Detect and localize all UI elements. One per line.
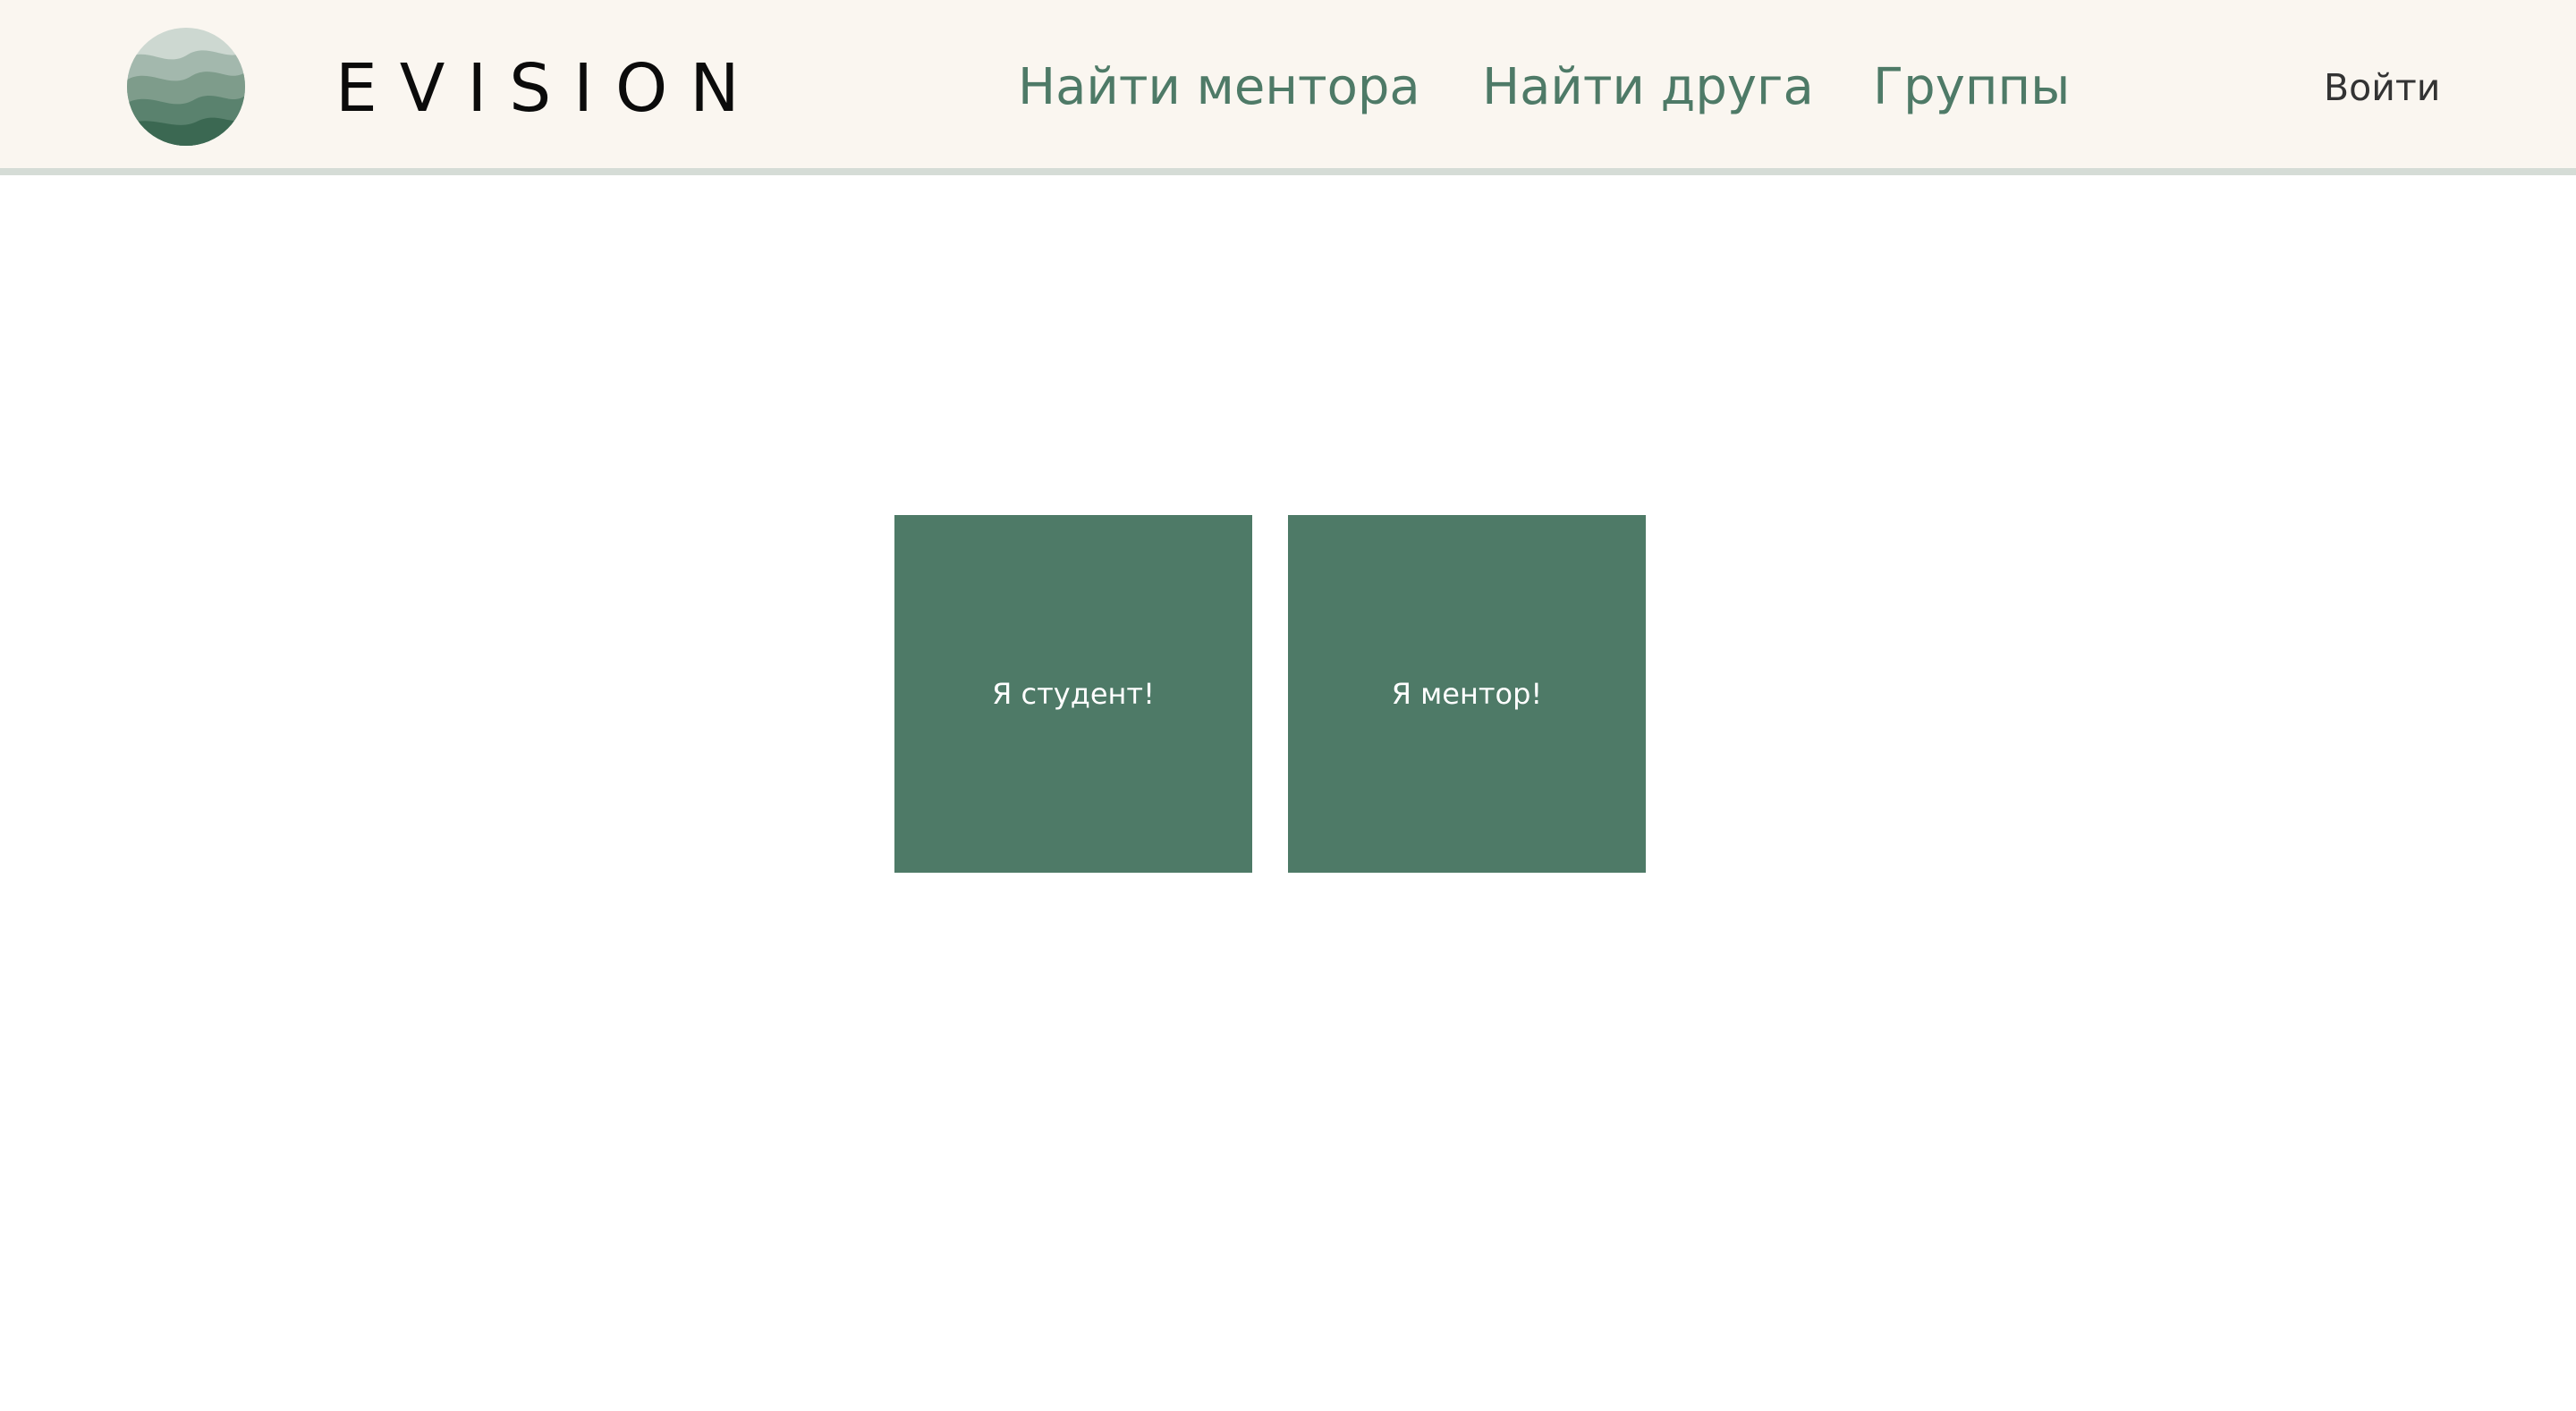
waves-logo-icon: [127, 28, 245, 146]
brand-name: EVISION: [335, 50, 762, 127]
top-header: EVISION Найти ментора Найти друга Группы…: [0, 0, 2576, 175]
logo-link[interactable]: [127, 28, 245, 146]
student-card-button[interactable]: Я студент!: [894, 515, 1252, 873]
nav-find-mentor[interactable]: Найти ментора: [1018, 54, 1420, 122]
nav-find-friend[interactable]: Найти друга: [1482, 54, 1814, 122]
login-button[interactable]: Войти: [2324, 63, 2440, 113]
mentor-card-button[interactable]: Я ментор!: [1288, 515, 1646, 873]
nav-groups[interactable]: Группы: [1873, 54, 2070, 122]
